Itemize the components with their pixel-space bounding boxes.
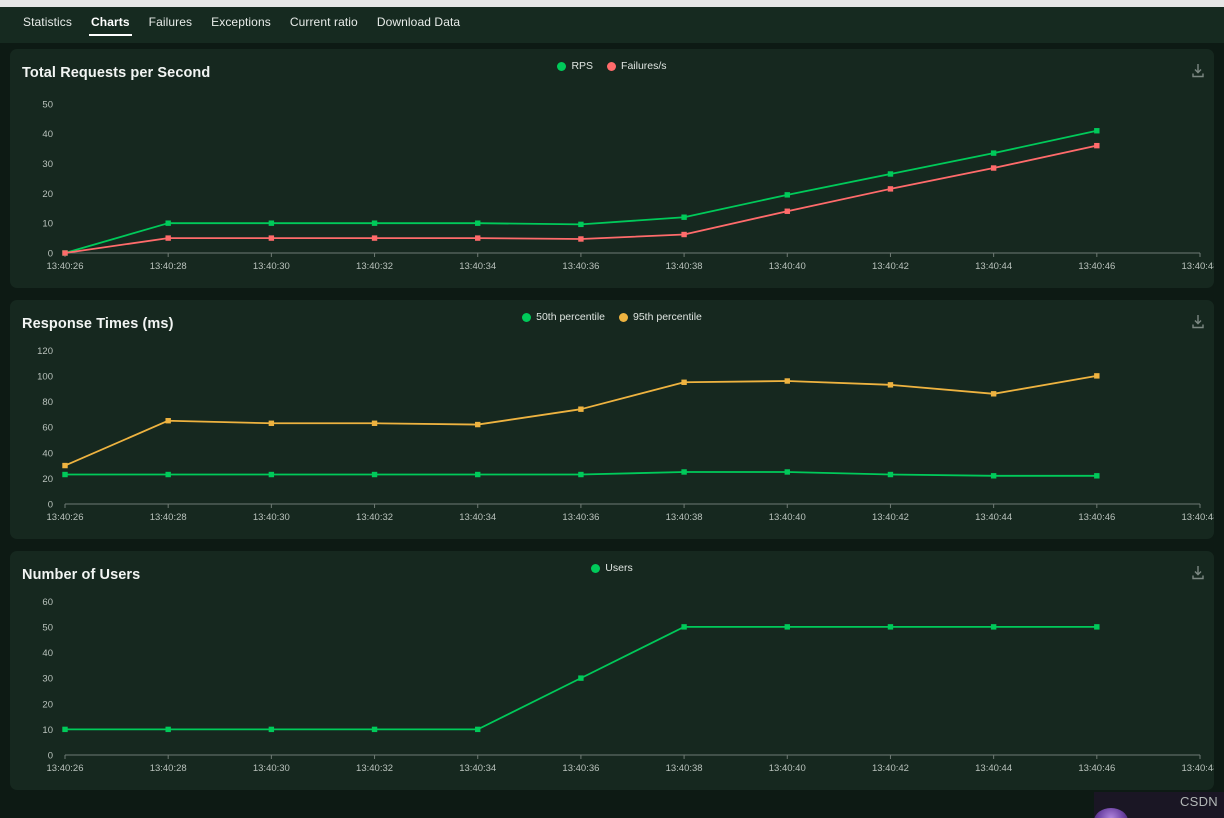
svg-text:13:40:38: 13:40:38 — [666, 261, 703, 272]
svg-text:40: 40 — [42, 448, 53, 459]
svg-text:13:40:26: 13:40:26 — [47, 763, 84, 774]
nav-item-current-ratio[interactable]: Current ratio — [281, 7, 367, 38]
svg-text:13:40:36: 13:40:36 — [562, 763, 599, 774]
chart-panel: Response Times (ms) 50th percentile 95th p… — [10, 300, 1214, 539]
legend-color-dot — [591, 563, 601, 573]
chart-plot-area[interactable]: 0 20 40 60 80 100 120 13:40:26 13:40:28 13:40:30 1… — [10, 328, 1214, 539]
svg-text:13:40:34: 13:40:34 — [459, 512, 496, 523]
legend-entry[interactable]: Users — [591, 562, 633, 574]
chart-panel: Number of Users Users 0 10 20 30 40 50 60 13:40:2… — [10, 551, 1214, 790]
svg-text:13:40:40: 13:40:40 — [769, 763, 806, 774]
svg-text:10: 10 — [42, 219, 53, 230]
legend-label: Failures/s — [621, 60, 667, 72]
svg-text:13:40:42: 13:40:42 — [872, 512, 909, 523]
nav-item-exceptions[interactable]: Exceptions — [202, 7, 280, 38]
svg-text:20: 20 — [42, 189, 53, 200]
svg-text:20: 20 — [42, 474, 53, 485]
svg-text:13:40:44: 13:40:44 — [975, 763, 1012, 774]
legend-label: 50th percentile — [536, 311, 605, 323]
svg-text:13:40:26: 13:40:26 — [47, 512, 84, 523]
svg-text:13:40:36: 13:40:36 — [562, 261, 599, 272]
legend-label: Users — [605, 562, 633, 574]
svg-text:13:40:32: 13:40:32 — [356, 763, 393, 774]
svg-text:13:40:38: 13:40:38 — [666, 512, 703, 523]
svg-text:13:40:48: 13:40:48 — [1182, 261, 1214, 272]
svg-text:13:40:42: 13:40:42 — [872, 261, 909, 272]
svg-text:30: 30 — [42, 674, 53, 685]
svg-text:40: 40 — [42, 129, 53, 140]
svg-text:13:40:40: 13:40:40 — [769, 261, 806, 272]
legend-color-dot — [619, 312, 628, 322]
svg-text:13:40:28: 13:40:28 — [150, 763, 187, 774]
legend-color-dot — [522, 312, 532, 322]
svg-text:13:40:42: 13:40:42 — [872, 763, 909, 774]
svg-text:13:40:40: 13:40:40 — [769, 512, 806, 523]
svg-text:13:40:30: 13:40:30 — [253, 512, 290, 523]
svg-text:0: 0 — [48, 751, 53, 762]
legend-label: 95th percentile — [633, 311, 702, 323]
chart-panel: Total Requests per Second RPS Failures/s 0 1… — [10, 49, 1214, 288]
svg-text:13:40:38: 13:40:38 — [666, 763, 703, 774]
legend-entry[interactable]: RPS — [557, 61, 593, 72]
svg-text:13:40:36: 13:40:36 — [562, 512, 599, 523]
locust-charts-page: Statistics Charts Failures Exceptions Curren… — [0, 0, 1224, 818]
legend-entry[interactable]: 95th percentile — [619, 312, 702, 323]
svg-text:50: 50 — [42, 99, 53, 110]
nav-item-charts[interactable]: Charts — [82, 7, 139, 38]
chart-legend: Users — [10, 563, 1214, 574]
svg-text:13:40:44: 13:40:44 — [975, 261, 1012, 272]
svg-text:10: 10 — [42, 725, 53, 736]
svg-text:40: 40 — [42, 648, 53, 659]
svg-text:60: 60 — [42, 423, 53, 434]
legend-color-dot — [557, 61, 567, 71]
charts-container: Total Requests per Second RPS Failures/s 0 1… — [0, 49, 1224, 802]
chart-plot-area[interactable]: 0 10 20 30 40 50 13:40:26 13:40:28 13:40:30 13:40… — [10, 77, 1214, 288]
watermark: CSDN @@redsun — [1179, 794, 1224, 809]
main-navigation: Statistics Charts Failures Exceptions Curren… — [0, 7, 1224, 43]
browser-top-strip — [0, 0, 1224, 7]
svg-text:13:40:28: 13:40:28 — [150, 261, 187, 272]
svg-text:13:40:46: 13:40:46 — [1078, 763, 1115, 774]
svg-text:0: 0 — [48, 249, 53, 260]
svg-text:13:40:30: 13:40:30 — [253, 763, 290, 774]
svg-text:100: 100 — [37, 371, 53, 382]
watermark-text-a: CSDN — [1179, 794, 1218, 809]
chart-plot-area[interactable]: 0 10 20 30 40 50 60 13:40:26 13:40:28 13:40:30 13:… — [10, 579, 1214, 790]
svg-text:13:40:28: 13:40:28 — [150, 512, 187, 523]
svg-text:120: 120 — [37, 346, 53, 357]
chart-legend: 50th percentile 95th percentile — [10, 312, 1214, 323]
legend-entry[interactable]: Failures/s — [607, 61, 667, 72]
svg-text:0: 0 — [48, 500, 53, 511]
svg-text:13:40:34: 13:40:34 — [459, 763, 496, 774]
svg-text:13:40:46: 13:40:46 — [1078, 261, 1115, 272]
nav-item-download-data[interactable]: Download Data — [368, 7, 469, 38]
svg-text:80: 80 — [42, 397, 53, 408]
legend-color-dot — [607, 61, 617, 71]
svg-text:13:40:32: 13:40:32 — [356, 512, 393, 523]
svg-text:13:40:48: 13:40:48 — [1182, 512, 1214, 523]
svg-text:13:40:30: 13:40:30 — [253, 261, 290, 272]
svg-text:60: 60 — [42, 597, 53, 608]
nav-item-failures[interactable]: Failures — [140, 7, 201, 38]
svg-text:30: 30 — [42, 159, 53, 170]
svg-text:13:40:44: 13:40:44 — [975, 512, 1012, 523]
legend-entry[interactable]: 50th percentile — [522, 312, 605, 323]
svg-text:13:40:46: 13:40:46 — [1078, 512, 1115, 523]
svg-text:13:40:26: 13:40:26 — [47, 261, 84, 272]
nav-item-statistics[interactable]: Statistics — [14, 7, 81, 38]
svg-text:13:40:32: 13:40:32 — [356, 261, 393, 272]
svg-text:50: 50 — [42, 622, 53, 633]
svg-text:20: 20 — [42, 699, 53, 710]
svg-text:13:40:34: 13:40:34 — [459, 261, 496, 272]
svg-text:13:40:48: 13:40:48 — [1182, 763, 1214, 774]
legend-label: RPS — [571, 60, 594, 72]
